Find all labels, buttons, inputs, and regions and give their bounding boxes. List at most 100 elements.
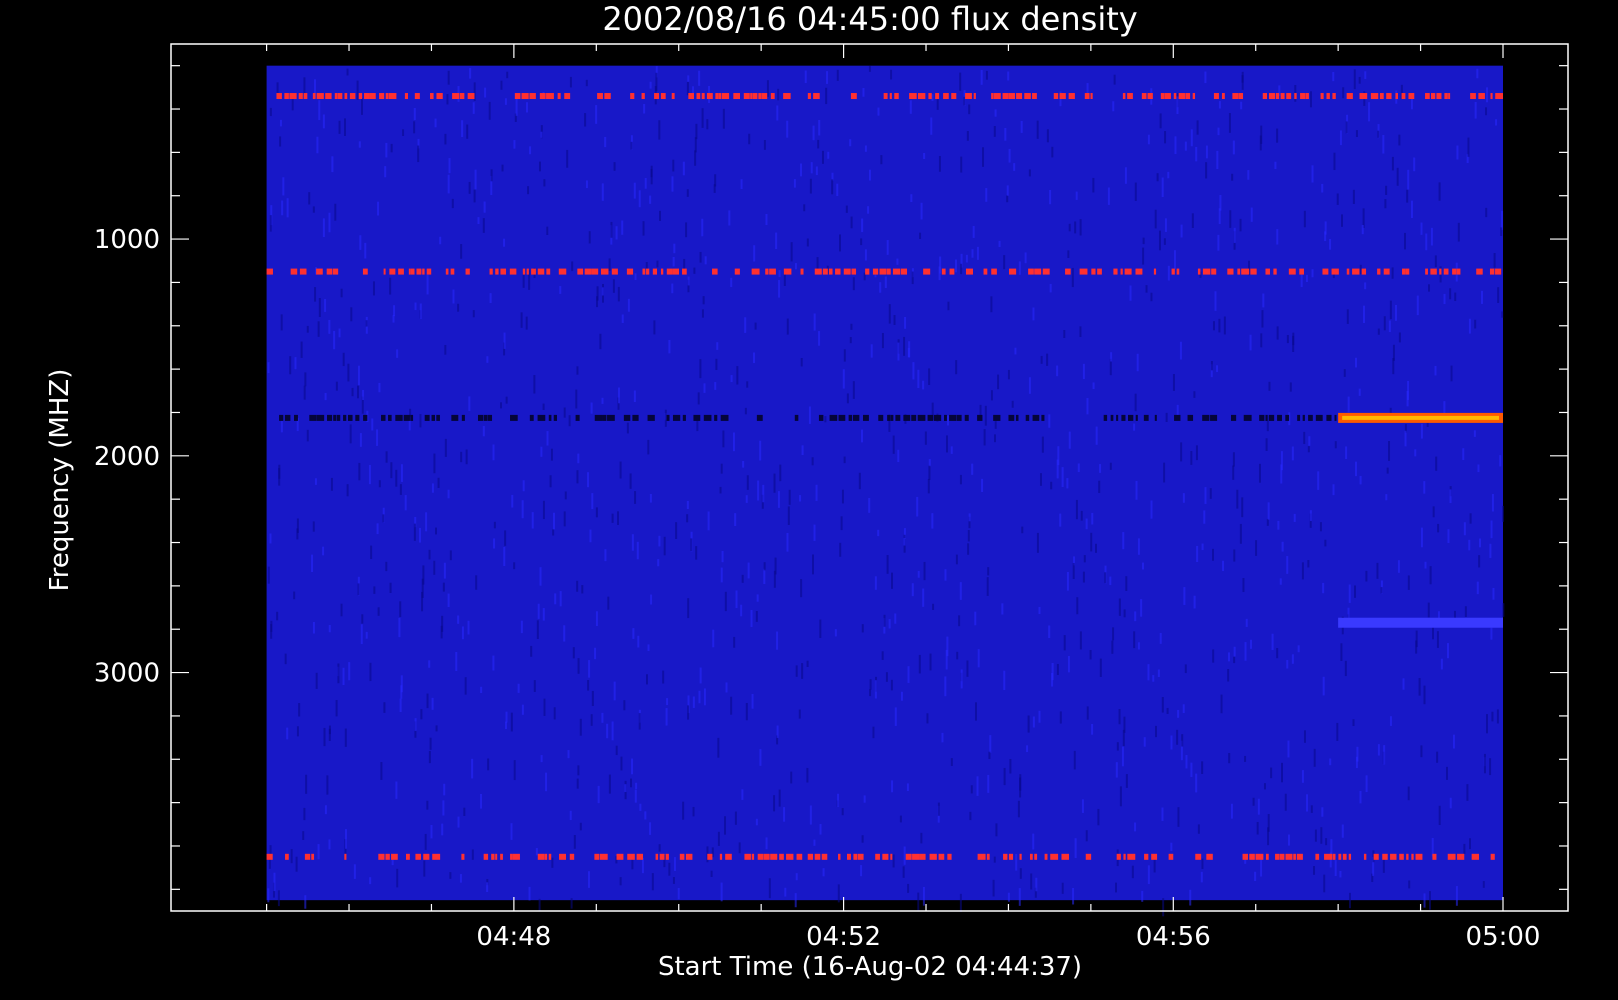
- heatmap-noise-cell: [932, 603, 935, 610]
- heatmap-noise-cell: [1077, 463, 1080, 473]
- band-segment: [410, 414, 414, 421]
- band-segment: [1432, 853, 1437, 860]
- heatmap-noise-cell: [753, 352, 756, 364]
- heatmap-noise-cell: [1348, 892, 1351, 909]
- heatmap-noise-cell: [338, 328, 341, 338]
- heatmap-noise-cell: [1081, 799, 1084, 813]
- heatmap-noise-cell: [821, 150, 824, 164]
- heatmap-noise-cell: [894, 613, 897, 624]
- heatmap-noise-cell: [1265, 438, 1268, 451]
- heatmap-noise-cell: [635, 782, 638, 790]
- band-segment: [1302, 414, 1305, 421]
- band-segment: [1103, 414, 1108, 421]
- heatmap-noise-cell: [1142, 237, 1145, 245]
- band-segment: [1171, 268, 1175, 275]
- band-segment: [1490, 853, 1495, 860]
- heatmap-noise-cell: [1343, 369, 1346, 377]
- heatmap-noise-cell: [923, 561, 926, 581]
- heatmap-noise-cell: [1129, 285, 1132, 301]
- heatmap-noise-cell: [521, 500, 524, 519]
- heatmap-noise-cell: [1092, 382, 1095, 390]
- heatmap-noise-cell: [601, 183, 604, 201]
- band-segment: [383, 268, 386, 275]
- heatmap-noise-cell: [1478, 555, 1481, 568]
- heatmap-noise-cell: [377, 201, 380, 216]
- band-segment: [553, 414, 558, 421]
- heatmap-noise-cell: [579, 822, 582, 831]
- heatmap-noise-cell: [959, 582, 962, 600]
- heatmap-noise-cell: [986, 577, 989, 596]
- band-segment: [1141, 93, 1147, 100]
- band-segment: [1395, 93, 1398, 100]
- heatmap-noise-cell: [1133, 631, 1136, 649]
- band-segment: [905, 853, 912, 860]
- heatmap-noise-cell: [421, 591, 424, 612]
- heatmap-noise-cell: [1050, 481, 1053, 490]
- heatmap-noise-cell: [1007, 369, 1010, 380]
- heatmap-noise-cell: [811, 457, 814, 466]
- heatmap-noise-cell: [638, 713, 641, 730]
- band-segment: [993, 93, 1001, 100]
- heatmap-noise-cell: [621, 220, 624, 235]
- heatmap-noise-cell: [504, 98, 507, 105]
- heatmap-noise-cell: [1017, 800, 1020, 818]
- heatmap-noise-cell: [419, 414, 422, 428]
- band-segment: [977, 853, 986, 860]
- heatmap-noise-cell: [929, 653, 932, 671]
- heatmap-noise-cell: [559, 591, 562, 607]
- heatmap-noise-cell: [656, 260, 659, 268]
- heatmap-noise-cell: [1250, 207, 1253, 222]
- heatmap-noise-cell: [717, 831, 720, 846]
- heatmap-noise-cell: [1201, 543, 1204, 551]
- heatmap-noise-cell: [1135, 480, 1138, 500]
- heatmap-noise-cell: [631, 534, 634, 551]
- band-segment: [1265, 414, 1268, 421]
- heatmap-noise-cell: [1480, 290, 1483, 304]
- heatmap-noise-cell: [279, 136, 282, 147]
- heatmap-noise-cell: [611, 721, 614, 741]
- heatmap-noise-cell: [1432, 506, 1435, 518]
- heatmap-noise-cell: [1276, 326, 1279, 340]
- heatmap-noise-cell: [273, 872, 276, 892]
- heatmap-noise-cell: [1322, 676, 1325, 696]
- heatmap-noise-cell: [617, 511, 620, 525]
- band-segment: [465, 268, 470, 275]
- heatmap-noise-cell: [1230, 803, 1233, 819]
- heatmap-noise-cell: [945, 435, 948, 453]
- heatmap-noise-cell: [1267, 502, 1270, 520]
- band-segment: [1338, 617, 1503, 628]
- heatmap-noise-cell: [1111, 640, 1114, 654]
- band-segment: [1476, 268, 1483, 275]
- heatmap-noise-cell: [1308, 436, 1311, 446]
- band-segment: [757, 853, 764, 860]
- heatmap-noise-cell: [1067, 655, 1070, 673]
- heatmap-noise-cell: [981, 478, 984, 492]
- heatmap-noise-cell: [840, 516, 843, 531]
- heatmap-band-5: [1338, 617, 1503, 628]
- heatmap-noise-cell: [435, 725, 438, 732]
- heatmap-noise-cell: [530, 645, 533, 657]
- heatmap-noise-cell: [1072, 563, 1075, 580]
- heatmap-noise-cell: [466, 124, 469, 139]
- heatmap-noise-cell: [399, 601, 402, 617]
- heatmap-noise-cell: [364, 242, 367, 259]
- band-segment: [751, 853, 755, 860]
- heatmap-noise-cell: [1388, 320, 1391, 333]
- heatmap-noise-cell: [568, 415, 571, 427]
- heatmap-noise-cell: [695, 546, 698, 560]
- band-segment: [337, 93, 343, 100]
- heatmap-noise-cell: [864, 249, 867, 261]
- band-segment: [284, 93, 289, 100]
- heatmap-noise-cell: [1464, 606, 1467, 617]
- heatmap-noise-cell: [1389, 716, 1392, 726]
- heatmap-noise-cell: [1462, 448, 1465, 461]
- heatmap-noise-cell: [542, 403, 545, 411]
- heatmap-noise-cell: [931, 513, 934, 529]
- heatmap-noise-cell: [278, 464, 281, 479]
- heatmap-noise-cell: [1210, 360, 1213, 371]
- band-segment: [1003, 853, 1008, 860]
- heatmap-noise-cell: [1185, 755, 1188, 769]
- heatmap-noise-cell: [1392, 358, 1395, 375]
- band-segment: [1296, 853, 1303, 860]
- heatmap-noise-cell: [390, 143, 393, 153]
